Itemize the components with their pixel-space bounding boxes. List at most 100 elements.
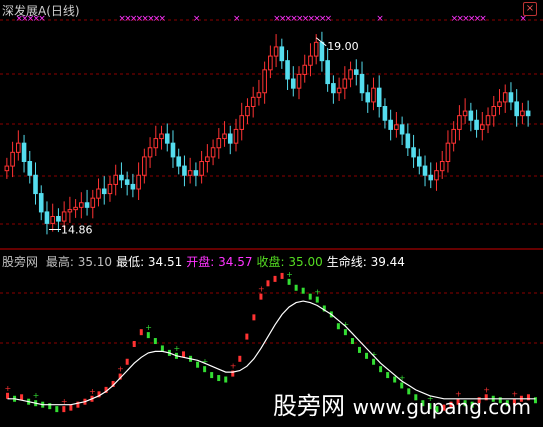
- oscillator-bar: [379, 366, 383, 373]
- indicator-item-value: 35.00: [284, 255, 323, 269]
- candle-body: [480, 124, 485, 130]
- candle-body: [285, 60, 290, 80]
- signal-marker: ×: [376, 14, 384, 24]
- candle-body: [342, 78, 348, 89]
- oscillator-bar: [125, 358, 129, 365]
- signal-marker: ×: [193, 14, 201, 24]
- indicator-item: 最低: 34.51: [116, 255, 182, 269]
- candle-body: [439, 161, 445, 172]
- close-icon[interactable]: ×: [523, 2, 537, 16]
- candle-body: [371, 87, 376, 103]
- indicator-item-value: 35.10: [73, 255, 113, 269]
- candle-body: [107, 183, 113, 195]
- watermark-text: 股旁网: [273, 392, 345, 420]
- oscillator-tick: +: [286, 270, 293, 279]
- indicator-item: 生命线: 39.44: [327, 255, 405, 269]
- oscillator-bar: [386, 372, 390, 379]
- candle-body: [227, 133, 233, 144]
- candle-body: [136, 174, 141, 190]
- oscillator-bar: [343, 329, 347, 336]
- candle-body: [382, 106, 388, 121]
- candle-body: [182, 165, 187, 176]
- oscillator-tick: +: [117, 365, 124, 374]
- candle-body: [147, 147, 153, 158]
- candle-body: [388, 119, 393, 130]
- oscillator-bar: [273, 275, 277, 282]
- indicator-item-label: 收盘:: [256, 255, 285, 269]
- signal-marker: ×: [233, 14, 241, 24]
- candle-body: [164, 133, 170, 144]
- candle-body: [210, 147, 216, 158]
- candle-body: [290, 78, 296, 89]
- candle-body: [514, 101, 519, 117]
- oscillator-bar: [350, 338, 354, 345]
- candle-body: [222, 133, 227, 140]
- candle-body: [79, 202, 84, 208]
- oscillator-bar: [48, 403, 52, 410]
- oscillator-bar: [132, 341, 136, 347]
- candle-body: [336, 87, 342, 94]
- candle-body: [21, 142, 27, 163]
- stock-title: 深发展A(日线): [2, 2, 80, 19]
- candle-body: [445, 142, 451, 163]
- candle-body: [485, 115, 491, 126]
- candle-body: [119, 174, 124, 181]
- candle-body: [170, 142, 176, 158]
- candle-body: [256, 92, 262, 98]
- oscillator-bar: [182, 351, 186, 358]
- candle-body: [434, 170, 439, 181]
- candle-body: [502, 92, 508, 103]
- candle-body: [268, 55, 273, 71]
- candle-body: [187, 170, 193, 176]
- high-label: 19.00: [327, 40, 359, 53]
- oscillator-bar: [203, 366, 207, 373]
- oscillator-bar: [210, 372, 214, 379]
- candle-body: [113, 174, 119, 185]
- oscillator-tick: +: [5, 384, 12, 393]
- oscillator-bar: [6, 392, 10, 399]
- candle-body: [331, 83, 336, 94]
- candle-body: [205, 156, 210, 163]
- indicator-header: 股旁网 最高: 35.10 最低: 34.51 开盘: 34.57 收盘: 35.00…: [2, 253, 405, 270]
- candle-body: [279, 46, 285, 62]
- oscillator-bar: [280, 272, 284, 279]
- candle-body: [101, 188, 107, 195]
- oscillator-bar: [393, 376, 397, 383]
- oscillator-tick: +: [230, 362, 237, 371]
- indicator-item-value: 39.44: [366, 255, 405, 269]
- candle-body: [394, 124, 399, 130]
- candle-body: [508, 92, 514, 103]
- oscillator-bar: [287, 278, 291, 285]
- oscillator-bar: [224, 376, 228, 383]
- candle-body: [233, 128, 239, 144]
- candle-body: [73, 206, 78, 211]
- candle-body: [468, 110, 474, 121]
- oscillator-tick: +: [33, 391, 40, 400]
- candle-body: [428, 174, 434, 181]
- candle-body: [353, 69, 359, 75]
- indicator-name: 股旁网: [2, 255, 39, 269]
- indicator-item: 收盘: 35.00: [257, 255, 323, 269]
- candle-body: [325, 60, 330, 85]
- chart-canvas: ××××× ×××××××× × × ×××××××××× × ×××××× ×19.0014…: [0, 14, 543, 413]
- candle-body: [457, 115, 462, 130]
- oscillator-bar: [139, 329, 143, 336]
- oscillator-bar: [217, 375, 221, 382]
- candle-body: [124, 179, 130, 185]
- candle-body: [451, 128, 456, 144]
- candle-body: [27, 161, 33, 176]
- oscillator-bar: [153, 338, 157, 345]
- candle-body: [33, 174, 38, 195]
- candle-body: [153, 138, 159, 149]
- candle-body: [239, 115, 245, 130]
- candle-body: [176, 156, 182, 167]
- signal-marker: ×: [479, 14, 487, 24]
- candle-body: [497, 101, 502, 107]
- oscillator-bar: [301, 287, 305, 294]
- candle-body: [216, 138, 222, 149]
- candle-body: [4, 165, 10, 172]
- oscillator-bar: [365, 352, 369, 359]
- oscillator-tick: +: [314, 288, 321, 297]
- indicator-item-value: 34.51: [144, 255, 183, 269]
- candle-body: [359, 73, 365, 94]
